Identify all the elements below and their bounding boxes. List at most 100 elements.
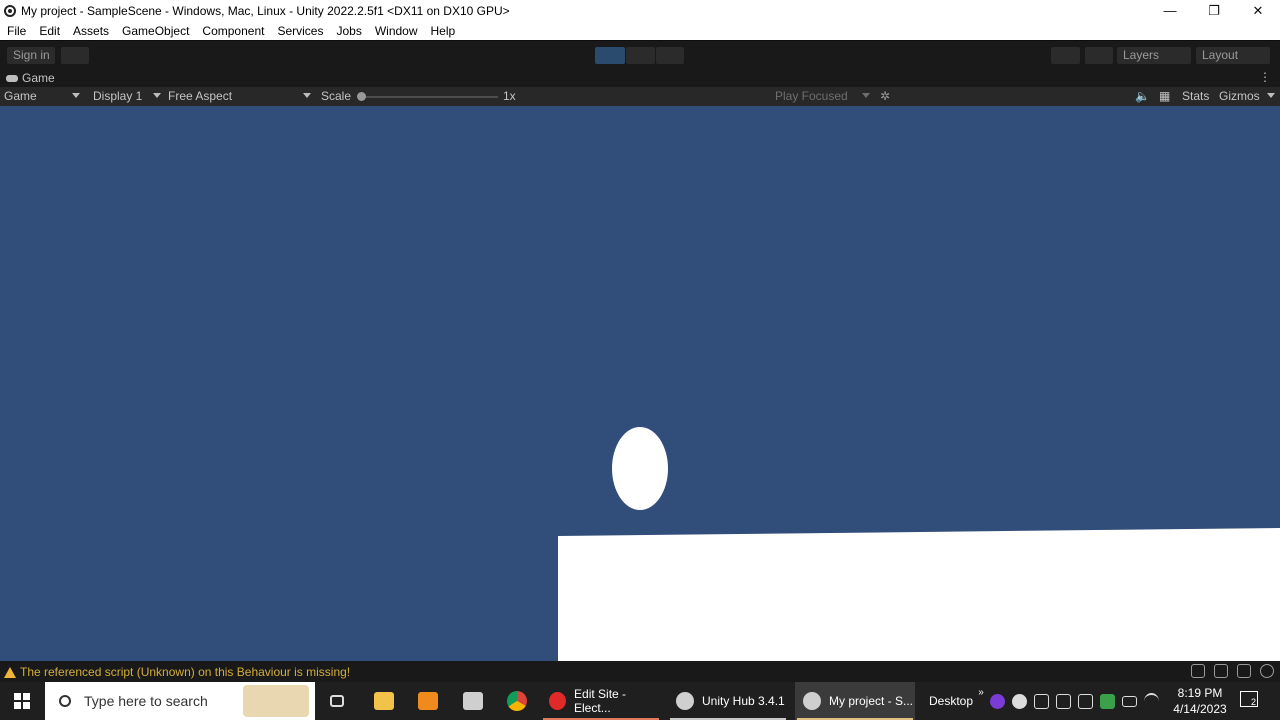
chevron-down-icon	[72, 93, 80, 98]
warning-icon	[4, 666, 16, 678]
search-icon	[59, 695, 71, 707]
menu-services[interactable]: Services	[270, 24, 329, 38]
network-icon[interactable]	[1237, 664, 1251, 678]
scale-label: Scale	[321, 89, 352, 103]
display-icon[interactable]	[1056, 693, 1071, 709]
ball-sprite	[612, 427, 668, 510]
chrome-icon	[507, 691, 527, 711]
history-button[interactable]	[1051, 47, 1080, 64]
search-highlight-image	[243, 685, 309, 717]
tab-game[interactable]: Game	[6, 71, 55, 85]
screenshot-icon[interactable]	[1078, 693, 1093, 709]
ground-platform	[558, 528, 1280, 661]
aspect-dropdown[interactable]: Free Aspect	[168, 89, 232, 103]
menu-assets[interactable]: Assets	[66, 24, 115, 38]
unity-tray-icon[interactable]	[1012, 693, 1027, 709]
clock-date: 4/14/2023	[1173, 702, 1227, 716]
menu-bar: File Edit Assets GameObject Component Se…	[0, 21, 1280, 40]
wifi-icon[interactable]	[1144, 692, 1159, 710]
stats-button[interactable]: Stats	[1182, 89, 1209, 103]
pause-button[interactable]	[626, 47, 655, 64]
taskbar-search[interactable]: Type here to search	[45, 682, 315, 720]
check-icon[interactable]	[1260, 664, 1274, 678]
start-button[interactable]	[0, 682, 44, 720]
chevron-down-icon	[303, 93, 311, 98]
bug-icon[interactable]: ✲	[880, 89, 890, 103]
play-button[interactable]	[595, 47, 625, 64]
game-tab-header: Game ⋮	[0, 69, 1280, 87]
minimize-button[interactable]: —	[1148, 0, 1192, 21]
console-status-bar: The referenced script (Unknown) on this …	[0, 661, 1280, 682]
media-player-button[interactable]	[414, 682, 442, 720]
menu-gameobject[interactable]: GameObject	[115, 24, 195, 38]
chevron-down-icon	[153, 93, 161, 98]
game-viewport[interactable]	[0, 106, 1280, 661]
cache-icon[interactable]	[1214, 664, 1228, 678]
taskbar-app-label: Unity Hub 3.4.1	[702, 694, 785, 708]
menu-jobs[interactable]: Jobs	[329, 24, 367, 38]
taskbar-app-opera[interactable]: Edit Site - Elect...	[541, 682, 661, 720]
main-toolbar: Sign in Layers Layout	[0, 40, 1280, 70]
window-title: My project - SampleScene - Windows, Mac,…	[21, 3, 510, 18]
desktop-toolbar[interactable]: Desktop	[925, 682, 977, 720]
close-button[interactable]: ✕	[1236, 0, 1280, 21]
display-dropdown[interactable]: Display 1	[93, 89, 142, 103]
scale-slider-track[interactable]	[360, 96, 498, 98]
scale-slider-handle[interactable]	[357, 92, 366, 101]
menu-edit[interactable]: Edit	[32, 24, 66, 38]
unity-hub-icon	[676, 692, 694, 710]
windows-logo-icon	[14, 693, 30, 709]
notification-icon[interactable]: 2	[1240, 691, 1258, 707]
folder-icon	[374, 692, 394, 710]
status-message-text: The referenced script (Unknown) on this …	[20, 665, 351, 679]
windows-taskbar: Type here to search Edit Site - Elect...…	[0, 682, 1280, 720]
chrome-button[interactable]	[503, 682, 531, 720]
media-player-icon	[418, 692, 438, 710]
toolbar-expand-icon[interactable]: »	[975, 682, 987, 702]
taskbar-app-unity-hub[interactable]: Unity Hub 3.4.1	[668, 682, 788, 720]
taskbar-app-unity-editor[interactable]: My project - S...	[795, 682, 915, 720]
speaker-icon[interactable]	[1034, 693, 1049, 709]
opera-icon	[549, 692, 567, 710]
step-button[interactable]	[656, 47, 684, 64]
audio-mute-icon[interactable]: 🔈	[1135, 89, 1150, 103]
sign-in-button[interactable]: Sign in	[7, 47, 55, 64]
file-explorer-button[interactable]	[370, 682, 398, 720]
play-focused-dropdown[interactable]: Play Focused	[775, 89, 848, 103]
task-view-button[interactable]	[324, 682, 350, 720]
cloud-button[interactable]	[61, 47, 89, 64]
gizmos-dropdown[interactable]: Gizmos	[1219, 89, 1260, 103]
unity-icon	[803, 692, 821, 710]
menu-file[interactable]: File	[0, 24, 32, 38]
headset-icon[interactable]	[990, 693, 1005, 709]
menu-window[interactable]: Window	[368, 24, 424, 38]
menu-help[interactable]: Help	[424, 24, 462, 38]
taskbar-clock[interactable]: 8:19 PM 4/14/2023	[1165, 685, 1235, 717]
scale-value: 1x	[503, 89, 516, 103]
layout-dropdown[interactable]: Layout	[1196, 47, 1270, 64]
taskbar-app-label: My project - S...	[829, 694, 914, 708]
restore-button[interactable]: ❐	[1192, 0, 1236, 21]
system-tray	[990, 682, 1159, 720]
battery-icon[interactable]	[1122, 695, 1137, 707]
task-view-icon	[330, 695, 344, 707]
debug-icon[interactable]	[1191, 664, 1205, 678]
layers-dropdown[interactable]: Layers	[1117, 47, 1191, 64]
shield-icon[interactable]	[1100, 693, 1115, 709]
clock-time: 8:19 PM	[1177, 686, 1223, 700]
mode-dropdown[interactable]: Game	[4, 89, 37, 103]
gamepad-icon	[6, 74, 18, 82]
window-title-bar: My project - SampleScene - Windows, Mac,…	[0, 0, 1280, 21]
tab-game-label: Game	[22, 71, 55, 85]
menu-component[interactable]: Component	[195, 24, 270, 38]
status-message[interactable]: The referenced script (Unknown) on this …	[4, 665, 350, 679]
search-button[interactable]	[1085, 47, 1113, 64]
video-editor-button[interactable]	[459, 682, 487, 720]
game-view-controls: Game Display 1 Free Aspect Scale 1x Play…	[0, 87, 1280, 107]
unity-logo-icon	[4, 4, 16, 17]
taskbar-app-label: Edit Site - Elect...	[574, 687, 627, 715]
more-options-icon[interactable]: ⋮	[1259, 70, 1271, 84]
clapperboard-icon	[463, 692, 483, 710]
grid-icon[interactable]: ▦	[1159, 89, 1170, 103]
search-placeholder: Type here to search	[84, 693, 208, 709]
